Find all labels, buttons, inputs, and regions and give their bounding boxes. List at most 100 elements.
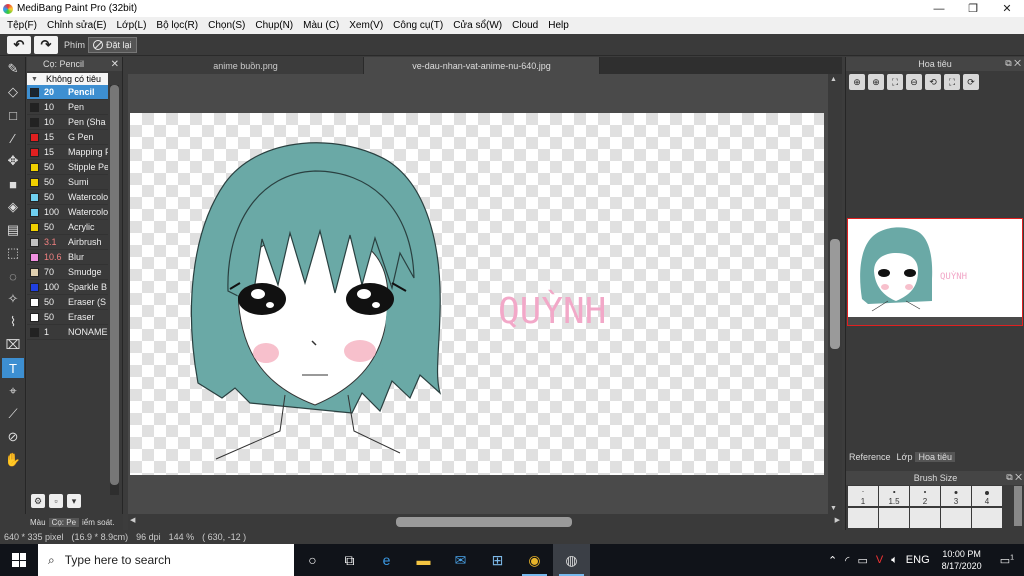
notification-icon[interactable]: ▭1 (990, 554, 1024, 567)
select-tool-icon[interactable]: ⬚ (2, 243, 24, 263)
reset-button[interactable]: Đặt lại (88, 36, 137, 53)
tab-navigator[interactable]: Hoa tiêu (915, 451, 955, 462)
navigator-view[interactable]: QUỲNH (846, 93, 1024, 448)
brush-row[interactable]: 50 Watercolo (27, 190, 108, 205)
brush-row[interactable]: 3.1 Airbrush (27, 235, 108, 250)
scroll-up-icon[interactable]: ▲ (830, 76, 837, 83)
brush-row[interactable]: 50 Acrylic (27, 220, 108, 235)
undo-button[interactable]: ↶ (7, 35, 31, 54)
brush-settings-icon[interactable]: ⚙ (31, 494, 45, 508)
brush-size-cell[interactable] (848, 508, 878, 528)
brush-size-cell[interactable] (910, 508, 940, 528)
fill-rect-tool-icon[interactable]: ■ (2, 174, 24, 194)
menu-layer[interactable]: Lớp(L) (112, 20, 152, 31)
zoom-in-icon[interactable]: ⊕ (849, 74, 865, 90)
brush-size-close-icon[interactable]: ⧉ ✕ (1006, 472, 1022, 483)
task-view-icon[interactable]: ⧉ (331, 544, 368, 576)
brush-size-cell[interactable]: 3 (941, 486, 971, 506)
brush-size-cell[interactable]: 1 (848, 486, 878, 506)
menu-tools[interactable]: Công cụ(T) (388, 20, 448, 31)
zoom-in-2-icon[interactable]: ⊕ (868, 74, 884, 90)
brush-size-cell[interactable] (941, 508, 971, 528)
menu-select[interactable]: Chọn(S) (203, 20, 250, 31)
brush-row[interactable]: 10 Pen (Sha (27, 115, 108, 130)
brush-size-scrollbar[interactable] (1014, 486, 1022, 526)
maximize-button[interactable]: ❐ (956, 0, 990, 17)
lasso-tool-icon[interactable]: ◌ (2, 266, 24, 286)
brush-size-cell[interactable]: 1.5 (879, 486, 909, 506)
brush-row[interactable]: 50 Eraser (S (27, 295, 108, 310)
cortana-icon[interactable]: ○ (294, 544, 331, 576)
zoom-out-icon[interactable]: ⊖ (906, 74, 922, 90)
vivaldi-icon[interactable]: V (872, 554, 887, 566)
medibang-taskbar-icon[interactable]: ◍ (553, 544, 590, 576)
new-brush-icon[interactable]: ▫ (49, 494, 63, 508)
brush-row[interactable]: 50 Sumi (27, 175, 108, 190)
brush-row[interactable]: 20 Pencil (27, 85, 108, 100)
tab-control[interactable]: iểm soát. (79, 518, 117, 527)
panel-close-icon[interactable]: ⧉ ✕ (1005, 58, 1021, 69)
brush-row[interactable]: 10 Pen (27, 100, 108, 115)
close-icon[interactable]: ✕ (111, 59, 122, 70)
eraser-tool-icon[interactable]: ◇ (2, 82, 24, 102)
language-indicator[interactable]: ENG (902, 554, 934, 566)
menu-view[interactable]: Xem(V) (344, 20, 388, 31)
tab-brush[interactable]: Cọ: Pe (48, 517, 80, 527)
rectangle-tool-icon[interactable]: □ (2, 105, 24, 125)
eyedropper-icon[interactable]: ⊘ (2, 427, 24, 447)
hand-tool-icon[interactable]: ✋ (2, 450, 24, 470)
brush-group-header[interactable]: ▼ Không có tiêu (27, 73, 108, 85)
volume-icon[interactable]: 🔈︎ (887, 554, 902, 567)
brush-menu-icon[interactable]: ▾ (67, 494, 81, 508)
menu-filter[interactable]: Bộ lọc(R) (151, 20, 203, 31)
menu-file[interactable]: Tệp(F) (2, 20, 42, 31)
scroll-left-icon[interactable]: ◀ (130, 516, 135, 524)
brush-row[interactable]: 50 Stipple Pe (27, 160, 108, 175)
canvas-area[interactable]: QUỲNH (128, 74, 828, 514)
brush-tool-icon[interactable]: ✎ (2, 59, 24, 79)
menu-edit[interactable]: Chỉnh sửa(E) (42, 20, 112, 31)
taskbar-clock[interactable]: 10:00 PM 8/17/2020 (934, 548, 990, 572)
brush-row[interactable]: 100 Sparkle B (27, 280, 108, 295)
brush-row[interactable]: 100 Watercolo (27, 205, 108, 220)
brush-row[interactable]: 1 NONAME (27, 325, 108, 340)
edge-icon[interactable]: e (368, 544, 405, 576)
taskbar-search-box[interactable]: ⌕ Type here to search (38, 544, 294, 576)
canvas-horizontal-scrollbar[interactable]: ◀ ▶ (128, 514, 842, 530)
menu-cloud[interactable]: Cloud (507, 20, 543, 31)
tab-reference[interactable]: Reference (846, 452, 894, 462)
tab-layer[interactable]: Lớp (894, 452, 916, 462)
brush-size-cell[interactable]: 4 (972, 486, 1002, 506)
magic-wand-icon[interactable]: ✧ (2, 289, 24, 309)
brush-row[interactable]: 15 Mapping P (27, 145, 108, 160)
canvas-paper[interactable]: QUỲNH (130, 113, 824, 475)
store-icon[interactable]: ⊞ (479, 544, 516, 576)
operation-tool-icon[interactable]: ⌖ (2, 381, 24, 401)
menu-snap[interactable]: Chụp(N) (250, 20, 298, 31)
text-tool-icon[interactable]: T (2, 358, 24, 378)
brush-row[interactable]: 10.6 Blur (27, 250, 108, 265)
minimize-button[interactable]: — (922, 0, 956, 17)
mail-icon[interactable]: ✉ (442, 544, 479, 576)
brush-row[interactable]: 70 Smudge (27, 265, 108, 280)
menu-window[interactable]: Cửa sổ(W) (448, 20, 507, 31)
brush-size-cell[interactable]: 2 (910, 486, 940, 506)
tab-color[interactable]: Màu (27, 518, 49, 527)
chrome-icon[interactable]: ◉ (516, 544, 553, 576)
move-tool-icon[interactable]: ✥ (2, 151, 24, 171)
redo-button[interactable]: ↷ (34, 35, 58, 54)
file-explorer-icon[interactable]: ▬ (405, 544, 442, 576)
doc-tab-active[interactable]: ve-dau-nhan-vat-anime-nu-640.jpg (364, 57, 600, 74)
brush-size-cell[interactable] (972, 508, 1002, 528)
menu-color[interactable]: Màu (C) (298, 20, 344, 31)
rotate-left-icon[interactable]: ⟲ (925, 74, 941, 90)
fullscreen-icon[interactable]: ⛶ (944, 74, 960, 90)
fit-icon[interactable]: ⛶ (887, 74, 903, 90)
scroll-right-icon[interactable]: ▶ (835, 516, 840, 524)
brush-list-scrollbar[interactable] (110, 85, 119, 495)
battery-icon[interactable]: ▭ (853, 554, 871, 567)
close-button[interactable]: ✕ (990, 0, 1024, 17)
brush-size-cell[interactable] (879, 508, 909, 528)
rotate-right-icon[interactable]: ⟳ (963, 74, 979, 90)
menu-help[interactable]: Help (543, 20, 574, 31)
